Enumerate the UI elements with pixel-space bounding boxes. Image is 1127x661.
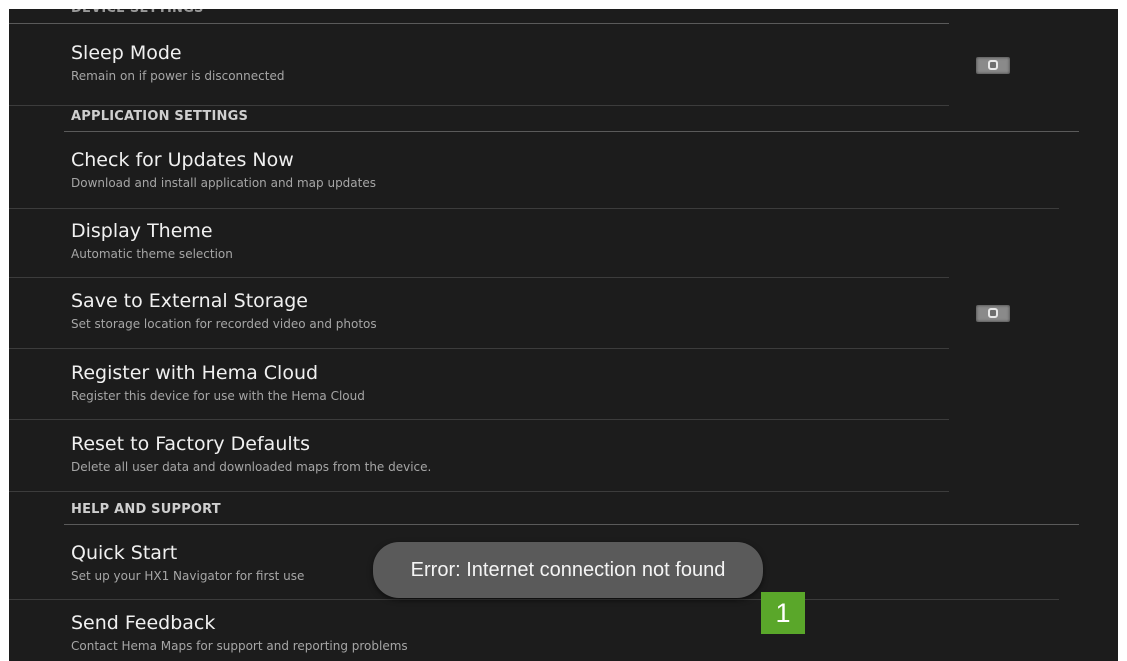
setting-register-hema-cloud[interactable]: Register with Hema Cloud Register this d… bbox=[71, 361, 365, 404]
divider bbox=[9, 599, 1059, 600]
external-storage-toggle[interactable] bbox=[976, 305, 1010, 322]
divider bbox=[9, 491, 949, 492]
setting-title: Save to External Storage bbox=[71, 290, 308, 312]
divider bbox=[9, 105, 949, 106]
divider bbox=[9, 419, 949, 420]
section-divider bbox=[64, 131, 1079, 132]
divider bbox=[9, 348, 949, 349]
settings-screen: DEVICE SETTINGS Sleep Mode Remain on if … bbox=[9, 9, 1118, 661]
toggle-knob bbox=[988, 308, 998, 318]
setting-subtitle: Register this device for use with the He… bbox=[71, 389, 365, 403]
setting-subtitle: Set up your HX1 Navigator for first use bbox=[71, 569, 305, 583]
section-divider bbox=[64, 524, 1079, 525]
toggle-knob bbox=[988, 60, 998, 70]
annotation-badge-label: 1 bbox=[775, 597, 791, 628]
divider bbox=[9, 208, 1059, 209]
setting-check-for-updates[interactable]: Check for Updates Now Download and insta… bbox=[71, 148, 376, 191]
setting-subtitle: Contact Hema Maps for support and report… bbox=[71, 639, 408, 653]
setting-title: Reset to Factory Defaults bbox=[71, 433, 310, 455]
setting-title: Send Feedback bbox=[71, 612, 216, 634]
setting-title: Register with Hema Cloud bbox=[71, 362, 319, 384]
sleep-mode-toggle[interactable] bbox=[976, 57, 1010, 74]
setting-display-theme[interactable]: Display Theme Automatic theme selection bbox=[71, 219, 233, 262]
setting-title: Check for Updates Now bbox=[71, 149, 294, 171]
setting-send-feedback[interactable]: Send Feedback Contact Hema Maps for supp… bbox=[71, 611, 408, 654]
setting-title: Display Theme bbox=[71, 220, 213, 242]
setting-save-to-external-storage[interactable]: Save to External Storage Set storage loc… bbox=[71, 289, 377, 332]
application-settings-header: APPLICATION SETTINGS bbox=[71, 109, 249, 124]
annotation-badge: 1 bbox=[761, 592, 805, 634]
setting-reset-factory-defaults[interactable]: Reset to Factory Defaults Delete all use… bbox=[71, 432, 431, 475]
divider bbox=[9, 277, 949, 278]
setting-subtitle: Set storage location for recorded video … bbox=[71, 317, 377, 331]
setting-quick-start[interactable]: Quick Start Set up your HX1 Navigator fo… bbox=[71, 541, 304, 584]
error-toast: Error: Internet connection not found bbox=[373, 542, 763, 598]
toast-message: Error: Internet connection not found bbox=[410, 558, 726, 581]
setting-title: Sleep Mode bbox=[71, 42, 182, 64]
setting-subtitle: Download and install application and map… bbox=[71, 176, 376, 190]
divider bbox=[9, 23, 949, 24]
setting-subtitle: Automatic theme selection bbox=[71, 247, 233, 261]
setting-subtitle: Remain on if power is disconnected bbox=[71, 69, 285, 83]
help-and-support-header: HELP AND SUPPORT bbox=[71, 502, 221, 517]
setting-title: Quick Start bbox=[71, 542, 178, 564]
setting-sleep-mode[interactable]: Sleep Mode Remain on if power is disconn… bbox=[71, 41, 284, 84]
setting-subtitle: Delete all user data and downloaded maps… bbox=[71, 460, 432, 474]
device-settings-header: DEVICE SETTINGS bbox=[71, 9, 204, 17]
